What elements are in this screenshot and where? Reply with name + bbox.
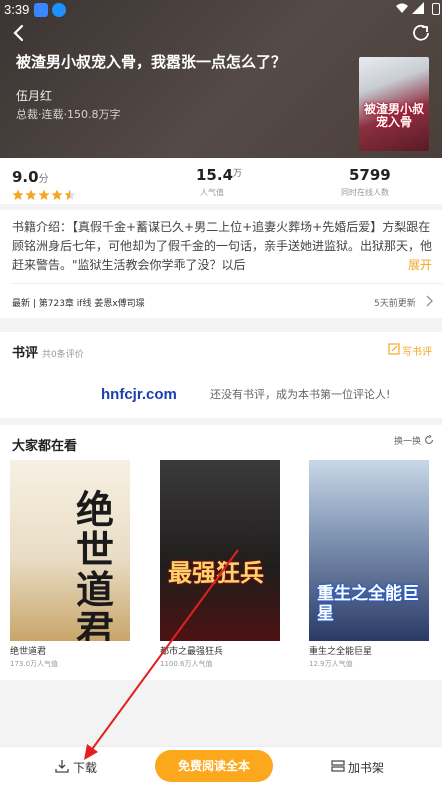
recommendations-section: 大家都在看 换一换 绝世道君 绝世道君 173.0万人气值 最强狂兵 都市之最强… <box>0 425 442 680</box>
chevron-right-icon[interactable] <box>424 295 434 307</box>
watermark: hnfcjr.com <box>101 386 177 403</box>
score-unit: 分 <box>38 174 49 185</box>
status-bar: 3:39 <box>0 0 442 20</box>
popularity-unit: 万 <box>233 169 243 179</box>
popularity-label: 人气值 <box>200 188 224 197</box>
recommended-book-popularity: 1100.6万人气值 <box>160 660 213 668</box>
star-icon <box>12 189 24 200</box>
book-cover[interactable]: 被渣男小叔宠入骨 <box>359 57 429 151</box>
popularity-value: 15.4 <box>196 166 234 184</box>
divider <box>12 283 442 284</box>
reviews-count: 共0条评价 <box>42 350 84 360</box>
refresh-icon <box>424 435 434 445</box>
recommended-book-popularity: 173.0万人气值 <box>10 660 59 668</box>
read-full-button[interactable]: 免费阅读全本 <box>155 750 273 782</box>
add-to-shelf-button[interactable]: 加书架 <box>331 757 391 777</box>
status-time: 3:39 <box>4 2 30 17</box>
synopsis-section: 书籍介绍：【真假千金+蓄谋已久+男二上位+追妻火葬场+先婚后爱】方梨跟在顾铭洲身… <box>0 210 442 318</box>
write-review-label: 写书评 <box>402 347 432 358</box>
star-icon <box>25 189 37 200</box>
refresh-label: 换一换 <box>394 437 422 447</box>
cover-title: 绝世道君 <box>76 487 115 642</box>
latest-chapter[interactable]: 最新 | 第723章 if线 姜恩x傅司璟 <box>12 296 145 309</box>
reviews-section: 书评 共0条评价 写书评 还没有书评，成为本书第一位评论人! <box>0 332 442 418</box>
popularity: 15.4万 <box>196 166 242 184</box>
star-icon <box>51 189 63 200</box>
download-icon <box>55 760 69 773</box>
book-author[interactable]: 伍月红 <box>16 87 52 104</box>
online-count: 5799 <box>349 166 391 184</box>
star-icon <box>64 189 76 200</box>
edit-icon <box>388 343 400 355</box>
recommended-book-cover[interactable]: 最强狂兵 <box>160 460 280 641</box>
refresh-button[interactable]: 换一换 <box>394 433 438 449</box>
rating-stars <box>12 186 77 200</box>
app-notification-icon <box>34 3 48 17</box>
download-label: 下载 <box>73 761 98 775</box>
download-button[interactable]: 下载 <box>55 757 105 777</box>
reviews-empty-text: 还没有书评，成为本书第一位评论人! <box>210 388 391 401</box>
online-label: 同时在线人数 <box>341 188 389 197</box>
wifi-icon <box>396 3 408 13</box>
recommended-book-cover[interactable]: 重生之全能巨星 <box>309 460 429 641</box>
cover-title: 最强狂兵 <box>168 558 264 587</box>
book-meta: 总裁·连载·150.8万字 <box>16 108 121 121</box>
bookshelf-icon <box>331 760 345 772</box>
recommended-book-cover[interactable]: 绝世道君 <box>10 460 130 641</box>
expand-button[interactable]: 展开 <box>408 256 432 273</box>
write-review-button[interactable]: 写书评 <box>388 342 438 358</box>
synopsis-text: 书籍介绍：【真假千金+蓄谋已久+男二上位+追妻火葬场+先婚后爱】方梨跟在顾铭洲身… <box>12 220 433 272</box>
star-icon <box>38 189 50 200</box>
recommendations-title: 大家都在看 <box>12 439 78 454</box>
recommended-book-name: 都市之最强狂兵 <box>160 647 224 657</box>
cover-title: 被渣男小叔宠入骨 <box>363 102 424 129</box>
recommended-book-name: 绝世道君 <box>10 647 47 657</box>
cover-title: 重生之全能巨星 <box>317 584 419 624</box>
reviews-title: 书评 <box>12 346 39 361</box>
add-to-shelf-label: 加书架 <box>348 761 385 775</box>
share-icon[interactable] <box>412 24 430 42</box>
book-header: 3:39 被渣男小叔宠入骨，我嚣张一点怎么了？ 伍月红 总裁·连载·150.8万… <box>0 0 442 158</box>
back-icon[interactable] <box>8 22 30 44</box>
recommended-book-popularity: 12.9万人气值 <box>309 660 353 668</box>
download-notification-icon <box>52 3 66 17</box>
battery-icon <box>432 3 440 15</box>
book-title: 被渣男小叔宠入骨，我嚣张一点怎么了？ <box>16 53 287 71</box>
bottom-action-bar: 下载 免费阅读全本 加书架 <box>0 746 442 786</box>
book-stats: 9.0分 15.4万 人气值 5799 同时在线人数 <box>0 158 442 204</box>
recommended-book-name: 重生之全能巨星 <box>309 647 373 657</box>
score-value: 9.0 <box>12 168 39 186</box>
latest-update-time: 5天前更新 <box>374 299 416 309</box>
score: 9.0分 <box>12 168 49 186</box>
signal-icon <box>412 2 424 14</box>
